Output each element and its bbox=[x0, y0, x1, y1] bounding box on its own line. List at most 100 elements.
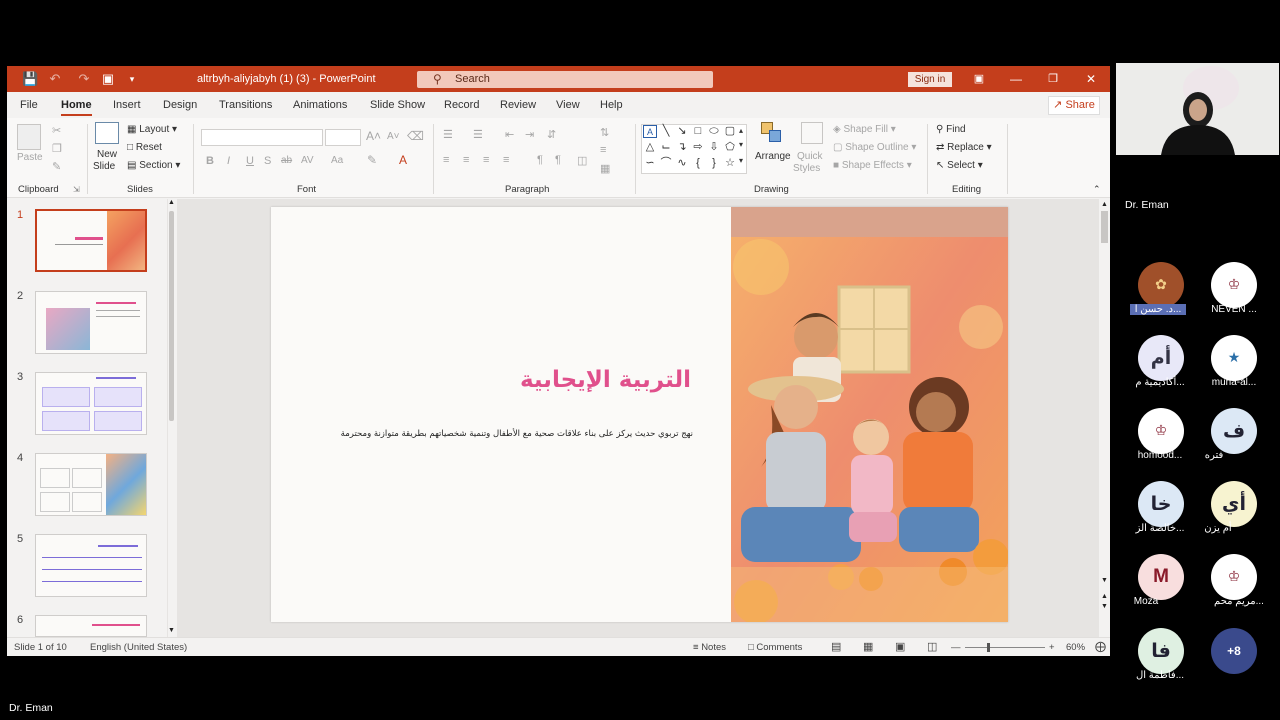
avatar[interactable]: ♔ bbox=[1211, 262, 1257, 308]
tab-help[interactable]: Help bbox=[600, 99, 623, 111]
normal-view-icon[interactable]: ▤ bbox=[831, 640, 841, 653]
new-slide-label-2[interactable]: Slide bbox=[93, 161, 115, 172]
slide-thumbnail-5[interactable] bbox=[35, 534, 147, 597]
grow-font-button[interactable]: A˄ bbox=[366, 129, 381, 143]
scroll-up-icon[interactable]: ▲ bbox=[168, 199, 175, 206]
new-slide-icon[interactable] bbox=[95, 122, 119, 144]
replace-button[interactable]: ⇄ Replace ▾ bbox=[936, 142, 992, 153]
tab-insert[interactable]: Insert bbox=[113, 99, 141, 111]
next-slide-icon[interactable]: ▼ bbox=[1101, 603, 1108, 610]
notes-button[interactable]: ≡ Notes bbox=[693, 642, 726, 653]
scroll-down-icon[interactable]: ▼ bbox=[1101, 577, 1108, 584]
line-spacing-icon[interactable]: ⇵ bbox=[547, 128, 556, 141]
tab-slide-show[interactable]: Slide Show bbox=[370, 99, 425, 111]
numbering-icon[interactable]: ☰ bbox=[473, 128, 483, 141]
slide-thumbnail-1[interactable] bbox=[35, 209, 147, 272]
avatar[interactable]: أم bbox=[1138, 335, 1184, 381]
font-color-icon[interactable]: A bbox=[399, 153, 407, 167]
elbow-arrow-icon[interactable]: ↴ bbox=[675, 141, 689, 154]
highlight-icon[interactable]: ✎ bbox=[367, 153, 377, 167]
avatar[interactable]: ♔ bbox=[1211, 554, 1257, 600]
arrow-line-shape-icon[interactable]: ↘ bbox=[675, 125, 689, 138]
family-photo[interactable] bbox=[731, 207, 1008, 622]
redo-icon[interactable]: ↷ bbox=[76, 71, 92, 87]
avatar[interactable]: M bbox=[1138, 554, 1184, 600]
tab-view[interactable]: View bbox=[556, 99, 580, 111]
gallery-more-icon[interactable]: ▾ bbox=[739, 156, 743, 165]
rounded-rect-shape-icon[interactable]: ▢ bbox=[723, 125, 737, 138]
reading-view-icon[interactable]: ▣ bbox=[895, 640, 905, 653]
shape-outline-button[interactable]: ▢ Shape Outline ▾ bbox=[833, 142, 916, 153]
textbox-shape-icon[interactable]: A bbox=[643, 125, 657, 138]
clipboard-launcher-icon[interactable]: ⇲ bbox=[73, 185, 80, 194]
tab-file[interactable]: File bbox=[20, 99, 38, 111]
zoom-slider-thumb[interactable] bbox=[987, 643, 990, 652]
fit-to-window-icon[interactable]: ⨁ bbox=[1095, 640, 1106, 653]
increase-indent-icon[interactable]: ⇥ bbox=[525, 128, 534, 141]
strikethrough-button[interactable]: ab bbox=[281, 155, 292, 166]
quick-styles-label-1[interactable]: Quick bbox=[797, 151, 823, 162]
share-button[interactable]: ↗ Share bbox=[1048, 96, 1100, 115]
paste-button[interactable]: Paste bbox=[17, 152, 43, 163]
format-painter-icon[interactable]: ✎ bbox=[52, 160, 61, 173]
brace-left-icon[interactable]: { bbox=[691, 157, 705, 170]
down-arrow-shape-icon[interactable]: ⇩ bbox=[707, 141, 721, 154]
more-participants-button[interactable]: +8 bbox=[1211, 628, 1257, 674]
avatar[interactable]: ★ bbox=[1211, 335, 1257, 381]
oval-shape-icon[interactable]: ⬭ bbox=[707, 125, 721, 138]
new-slide-label-1[interactable]: New bbox=[97, 149, 117, 160]
zoom-level[interactable]: 60% bbox=[1066, 642, 1085, 653]
triangle-shape-icon[interactable]: △ bbox=[643, 141, 657, 154]
align-center-icon[interactable]: ≡ bbox=[463, 154, 469, 166]
scroll-up-icon[interactable]: ▲ bbox=[1101, 201, 1108, 208]
slide-sorter-icon[interactable]: ▦ bbox=[863, 640, 873, 653]
sign-in-button[interactable]: Sign in bbox=[908, 72, 952, 87]
shadow-button[interactable]: S bbox=[264, 155, 271, 167]
save-icon[interactable]: 💾 bbox=[22, 71, 38, 87]
zoom-in-icon[interactable]: + bbox=[1049, 642, 1055, 653]
search-box[interactable]: ⚲ Search bbox=[417, 71, 713, 88]
underline-button[interactable]: U bbox=[246, 155, 254, 167]
paste-icon[interactable] bbox=[17, 124, 41, 150]
tab-animations[interactable]: Animations bbox=[293, 99, 347, 111]
arrange-button[interactable]: Arrange bbox=[755, 151, 791, 162]
align-left-icon[interactable]: ≡ bbox=[443, 154, 449, 166]
current-slide[interactable]: التربية الإيجابية نهج تربوي حديث يركز عل… bbox=[271, 207, 1008, 622]
slide-thumbnail-3[interactable] bbox=[35, 372, 147, 435]
scrollbar-thumb[interactable] bbox=[169, 211, 174, 421]
slide-thumbnail-2[interactable] bbox=[35, 291, 147, 354]
shape-effects-button[interactable]: ■ Shape Effects ▾ bbox=[833, 160, 912, 171]
reset-button[interactable]: □ Reset bbox=[127, 142, 162, 153]
quick-styles-label-2[interactable]: Styles bbox=[793, 163, 820, 174]
text-direction-icon[interactable]: ⇅ bbox=[600, 126, 609, 139]
close-button[interactable]: ✕ bbox=[1081, 70, 1101, 88]
minimize-button[interactable]: — bbox=[1006, 70, 1026, 88]
avatar[interactable]: ف bbox=[1211, 408, 1257, 454]
zoom-slider[interactable] bbox=[965, 647, 1045, 648]
shape-fill-button[interactable]: ◈ Shape Fill ▾ bbox=[833, 124, 896, 135]
brace-right-icon[interactable]: } bbox=[707, 157, 721, 170]
cut-icon[interactable]: ✂ bbox=[52, 124, 61, 137]
undo-icon[interactable]: ↶ bbox=[47, 71, 63, 87]
tab-review[interactable]: Review bbox=[500, 99, 536, 111]
justify-icon[interactable]: ≡ bbox=[503, 154, 509, 166]
slideshow-view-icon[interactable]: ◫ bbox=[927, 640, 937, 653]
select-button[interactable]: ↖ Select ▾ bbox=[936, 160, 983, 171]
ribbon-display-icon[interactable]: ▣ bbox=[969, 70, 989, 88]
pentagon-shape-icon[interactable]: ⬠ bbox=[723, 141, 737, 154]
avatar[interactable]: فا bbox=[1138, 628, 1184, 674]
wave-shape-icon[interactable]: ∿ bbox=[675, 157, 689, 170]
thumbnail-scrollbar[interactable]: ▲ ▼ bbox=[167, 199, 175, 637]
smartart-icon[interactable]: ▦ bbox=[600, 162, 610, 175]
rtl-icon[interactable]: ¶ bbox=[537, 154, 543, 166]
columns-icon[interactable]: ◫ bbox=[577, 154, 587, 167]
language-indicator[interactable]: English (United States) bbox=[90, 642, 187, 653]
line-shape-icon[interactable]: ╲ bbox=[659, 125, 673, 138]
slide-thumbnail-6[interactable] bbox=[35, 615, 147, 637]
bold-button[interactable]: B bbox=[206, 155, 214, 167]
tab-design[interactable]: Design bbox=[163, 99, 197, 111]
scroll-down-icon[interactable]: ▼ bbox=[168, 627, 175, 634]
previous-slide-icon[interactable]: ▲ bbox=[1101, 593, 1108, 600]
maximize-button[interactable]: ❐ bbox=[1043, 70, 1063, 88]
bullets-icon[interactable]: ☰ bbox=[443, 128, 453, 141]
